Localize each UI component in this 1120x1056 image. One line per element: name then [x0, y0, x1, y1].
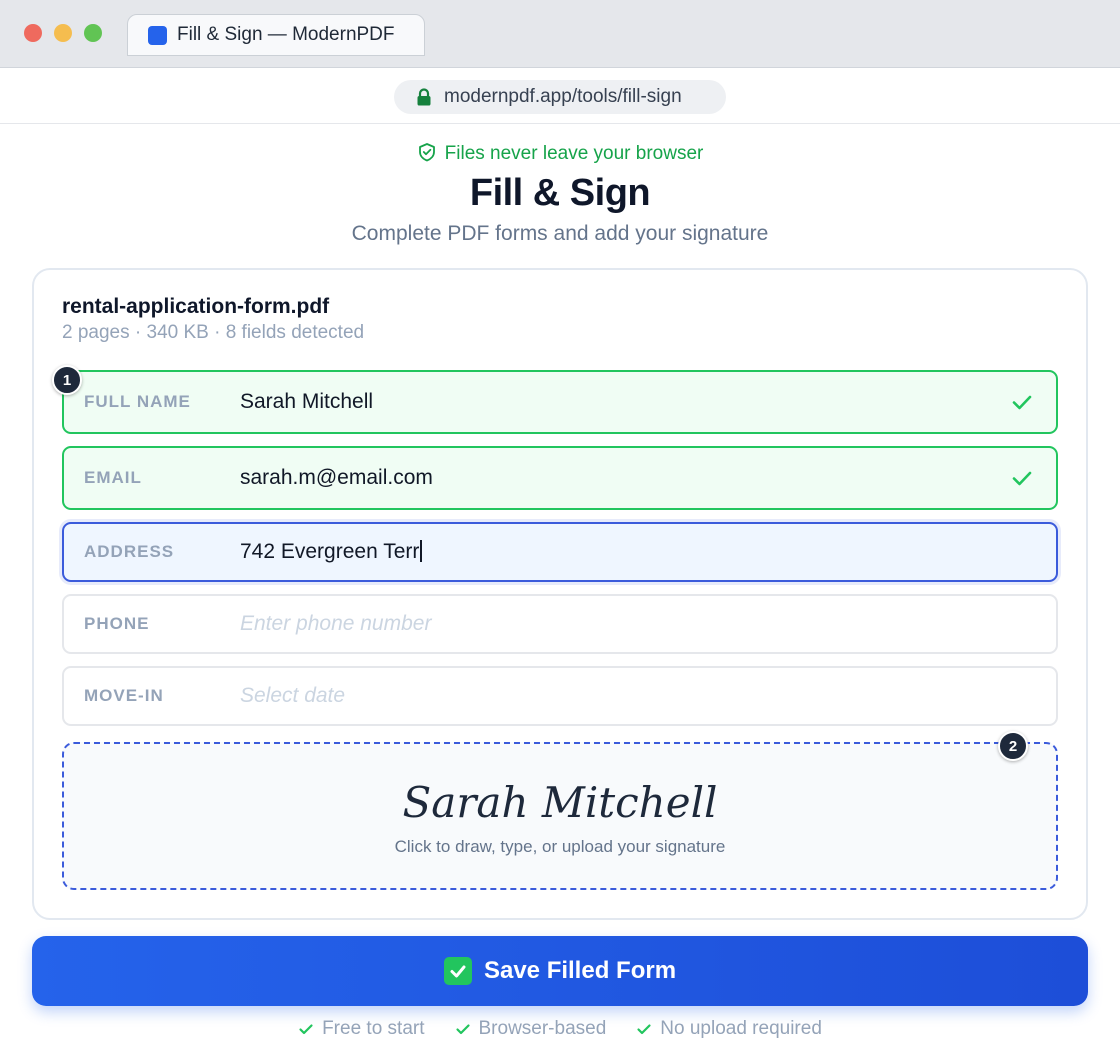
feature-item: Browser-based	[455, 1018, 607, 1040]
full-name-value: Sarah Mitchell	[240, 390, 374, 413]
phone-placeholder: Enter phone number	[240, 612, 432, 635]
lock-icon	[417, 88, 431, 106]
step-badge-2: 2	[998, 731, 1028, 761]
signature-box[interactable]: Sarah Mitchell Click to draw, type, or u…	[62, 742, 1058, 890]
feature-item: Free to start	[298, 1018, 425, 1040]
email-label: EMAIL	[84, 468, 142, 487]
address-field[interactable]: ADDRESS 742 Evergreen Terr	[62, 522, 1058, 582]
email-value: sarah.m@email.com	[240, 466, 433, 489]
move-in-label: MOVE-IN	[84, 686, 164, 705]
favicon-icon	[148, 25, 167, 45]
browser-titlebar: Fill & Sign — ModernPDF	[0, 0, 1120, 68]
full-name-label: FULL NAME	[84, 392, 191, 411]
feature-text: Free to start	[322, 1018, 425, 1039]
feature-list: Free to start Browser-based No upload re…	[0, 1018, 1120, 1040]
privacy-note-text: Files never leave your browser	[444, 143, 704, 164]
check-icon	[1012, 395, 1032, 410]
tab-title: Fill & Sign — ModernPDF	[177, 24, 395, 45]
signature-hint: Click to draw, type, or upload your sign…	[394, 837, 726, 856]
page-subtitle: Complete PDF forms and add your signatur…	[351, 222, 769, 245]
close-window-button[interactable]	[24, 24, 42, 42]
move-in-date-field[interactable]: MOVE-IN Select date	[62, 666, 1058, 726]
save-filled-form-button[interactable]: Save Filled Form	[32, 936, 1088, 1006]
page-title: Fill & Sign	[469, 172, 651, 214]
phone-label: PHONE	[84, 614, 150, 633]
minimize-window-button[interactable]	[54, 24, 72, 42]
privacy-note: Files never leave your browser	[0, 142, 1120, 165]
check-icon	[1012, 471, 1032, 486]
text-caret	[420, 540, 423, 562]
address-bar-row: modernpdf.app/tools/fill-sign	[0, 68, 1120, 124]
move-in-placeholder: Select date	[240, 684, 346, 707]
maximize-window-button[interactable]	[84, 24, 102, 42]
check-icon	[299, 1024, 313, 1035]
address-bar[interactable]: modernpdf.app/tools/fill-sign	[394, 80, 726, 114]
file-meta: 2 pages · 340 KB · 8 fields detected	[62, 322, 365, 343]
address-value-text: 742 Evergreen Terr	[240, 540, 420, 563]
feature-item: No upload required	[636, 1018, 822, 1040]
address-value: 742 Evergreen Terr	[240, 540, 423, 564]
check-icon	[455, 1024, 470, 1035]
check-icon	[637, 1024, 651, 1035]
address-label: ADDRESS	[84, 542, 175, 561]
file-name: rental-application-form.pdf	[62, 295, 330, 318]
feature-text: Browser-based	[478, 1018, 607, 1039]
check-mark-icon	[443, 957, 472, 985]
step-badge-1: 1	[52, 365, 82, 395]
browser-tab[interactable]: Fill & Sign — ModernPDF	[127, 14, 425, 56]
signature-preview: Sarah Mitchell	[402, 778, 718, 827]
full-name-field[interactable]: FULL NAME Sarah Mitchell	[62, 370, 1058, 434]
shield-check-icon	[418, 143, 435, 162]
url-text: modernpdf.app/tools/fill-sign	[444, 86, 682, 107]
save-button-label: Save Filled Form	[483, 957, 677, 984]
feature-text: No upload required	[660, 1018, 822, 1039]
email-field[interactable]: EMAIL sarah.m@email.com	[62, 446, 1058, 510]
phone-field[interactable]: PHONE Enter phone number	[62, 594, 1058, 654]
